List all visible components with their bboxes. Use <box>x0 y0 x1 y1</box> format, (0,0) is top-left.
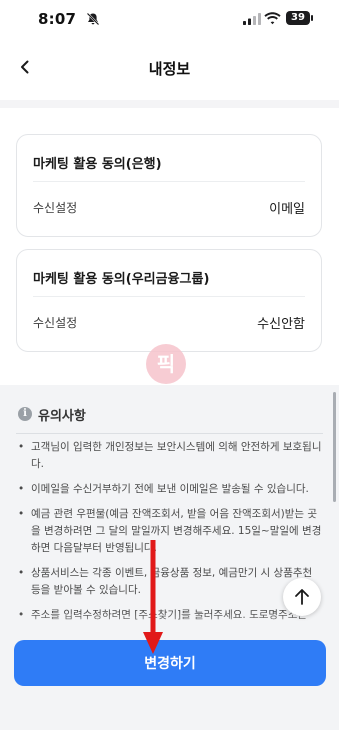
notice-item: 이메일을 수신거부하기 전에 보낸 이메일은 발송될 수 있습니다. <box>18 481 324 498</box>
info-icon: i <box>18 407 32 421</box>
notice-item: 예금 관련 우편물(예금 잔액조회서, 받을 어음 잔액조회서)받는 곳을 변경… <box>18 506 324 557</box>
card-title: 마케팅 활용 동의(은행) <box>33 157 162 172</box>
notice-title: 유의사항 <box>38 408 86 424</box>
status-bar: 8:07 39 <box>0 0 339 40</box>
receive-setting-label: 수신설정 <box>33 316 78 330</box>
page-header: 내정보 <box>0 46 339 90</box>
annotation-arrow <box>143 540 163 654</box>
marketing-consent-group-card[interactable]: 마케팅 활용 동의(우리금융그룹) 수신설정 수신안함 <box>16 249 322 352</box>
notice-list: 고객님이 입력한 개인정보는 보안시스템에 의해 안전하게 보호됩니다. 이메일… <box>18 439 324 632</box>
arrow-up-icon <box>295 589 309 605</box>
receive-setting-value: 이메일 <box>269 202 305 217</box>
notice-item: 상품서비스는 각종 이벤트, 금융상품 정보, 예금만기 시 상품추천 등을 받… <box>18 565 324 599</box>
receive-setting-value: 수신안함 <box>257 317 305 332</box>
battery-icon: 39 <box>286 11 310 25</box>
watermark-logo: 픽 <box>146 344 186 384</box>
marketing-consent-bank-card[interactable]: 마케팅 활용 동의(은행) 수신설정 이메일 <box>16 134 322 237</box>
card-divider <box>33 296 305 297</box>
section-separator <box>0 100 339 108</box>
signal-icon <box>243 13 261 25</box>
receive-setting-label: 수신설정 <box>33 201 78 215</box>
battery-nub <box>311 15 313 21</box>
notice-divider <box>16 433 323 434</box>
notice-item: 고객님이 입력한 개인정보는 보안시스템에 의해 안전하게 보호됩니다. <box>18 439 324 473</box>
card-divider <box>33 181 305 182</box>
wifi-icon <box>264 12 281 25</box>
notice-header: i 유의사항 <box>18 405 86 424</box>
change-button[interactable]: 변경하기 <box>14 640 326 686</box>
bell-slash-icon <box>86 12 100 26</box>
page-title: 내정보 <box>148 60 191 78</box>
scroll-to-top-button[interactable] <box>283 578 321 616</box>
page: 8:07 39 내정보 마케팅 활용 동의(은행) 수신설정 이메일 마케팅 활… <box>0 0 339 730</box>
status-time: 8:07 <box>38 10 77 28</box>
card-title: 마케팅 활용 동의(우리금융그룹) <box>33 272 210 287</box>
scrollbar[interactable] <box>333 392 336 502</box>
